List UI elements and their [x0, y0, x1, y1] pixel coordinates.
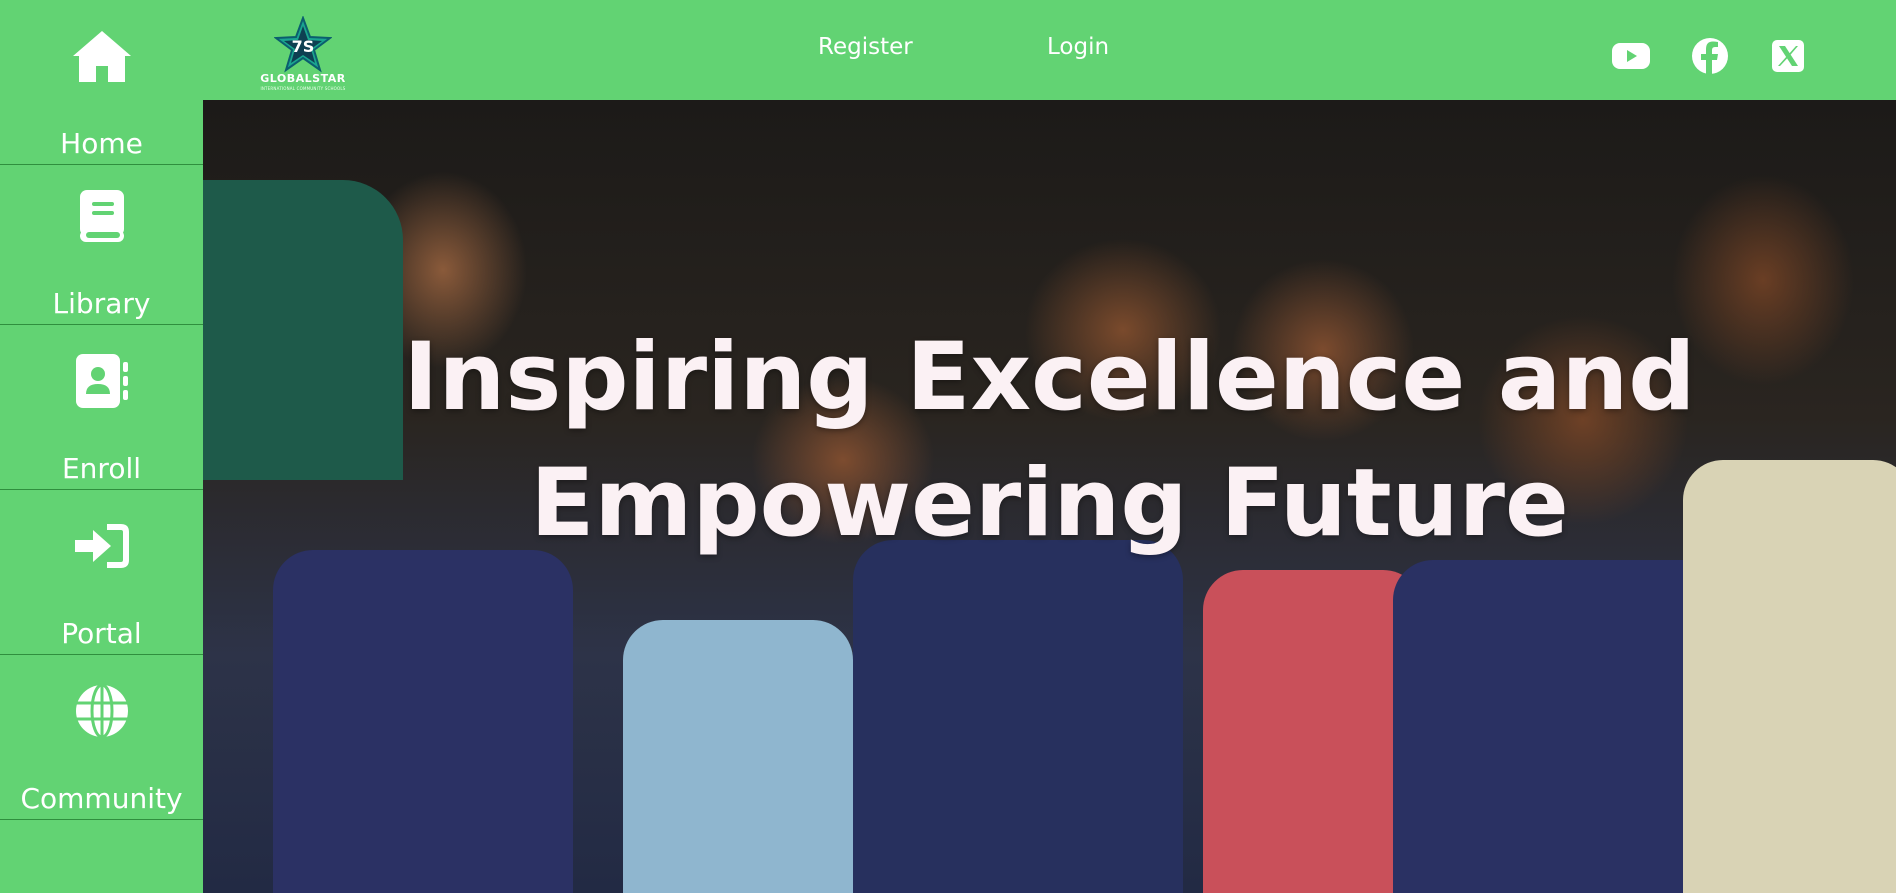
- home-icon: [70, 26, 134, 86]
- top-header: 7S GLOBALSTAR INTERNATIONAL COMMUNITY SC…: [203, 0, 1896, 100]
- hero-section: Inspiring Excellence and Empowering Futu…: [203, 100, 1896, 893]
- sidebar-item-label: Home: [60, 127, 143, 160]
- hero-photo-figure: [853, 540, 1183, 893]
- sidebar-item-label: Enroll: [61, 452, 142, 485]
- hero-photo-figure: [1203, 570, 1423, 893]
- sign-in-icon: [70, 516, 134, 576]
- login-link[interactable]: Login: [1047, 34, 1109, 60]
- youtube-icon[interactable]: [1611, 38, 1651, 74]
- svg-text:7S: 7S: [292, 37, 315, 56]
- sidebar: Home Library Enroll Portal Community: [0, 0, 203, 893]
- register-link[interactable]: Register: [818, 34, 913, 60]
- logo-tagline: INTERNATIONAL COMMUNITY SCHOOLS: [260, 86, 346, 91]
- hero-title-line-1: Inspiring Excellence and: [403, 323, 1696, 432]
- globe-icon: [70, 681, 134, 741]
- hero-title-line-2: Empowering Future: [530, 449, 1569, 558]
- sidebar-item-community[interactable]: Community: [0, 655, 203, 820]
- sidebar-item-label: Library: [52, 287, 151, 320]
- site-logo[interactable]: 7S GLOBALSTAR INTERNATIONAL COMMUNITY SC…: [258, 16, 348, 92]
- facebook-icon[interactable]: [1690, 38, 1730, 74]
- sidebar-item-portal[interactable]: Portal: [0, 490, 203, 655]
- sidebar-item-library[interactable]: Library: [0, 160, 203, 325]
- book-icon: [70, 186, 134, 246]
- hero-title: Inspiring Excellence and Empowering Futu…: [203, 315, 1896, 567]
- contact-book-icon: [70, 351, 134, 411]
- sidebar-item-home[interactable]: Home: [0, 0, 203, 165]
- sidebar-item-label: Community: [20, 782, 183, 815]
- x-icon[interactable]: [1768, 38, 1808, 74]
- sidebar-item-enroll[interactable]: Enroll: [0, 325, 203, 490]
- star-logo-icon: 7S: [274, 16, 332, 73]
- hero-photo-figure: [623, 620, 853, 893]
- sidebar-item-label: Portal: [61, 617, 142, 650]
- logo-name: GLOBALSTAR: [260, 72, 346, 85]
- hero-photo-figure: [273, 550, 573, 893]
